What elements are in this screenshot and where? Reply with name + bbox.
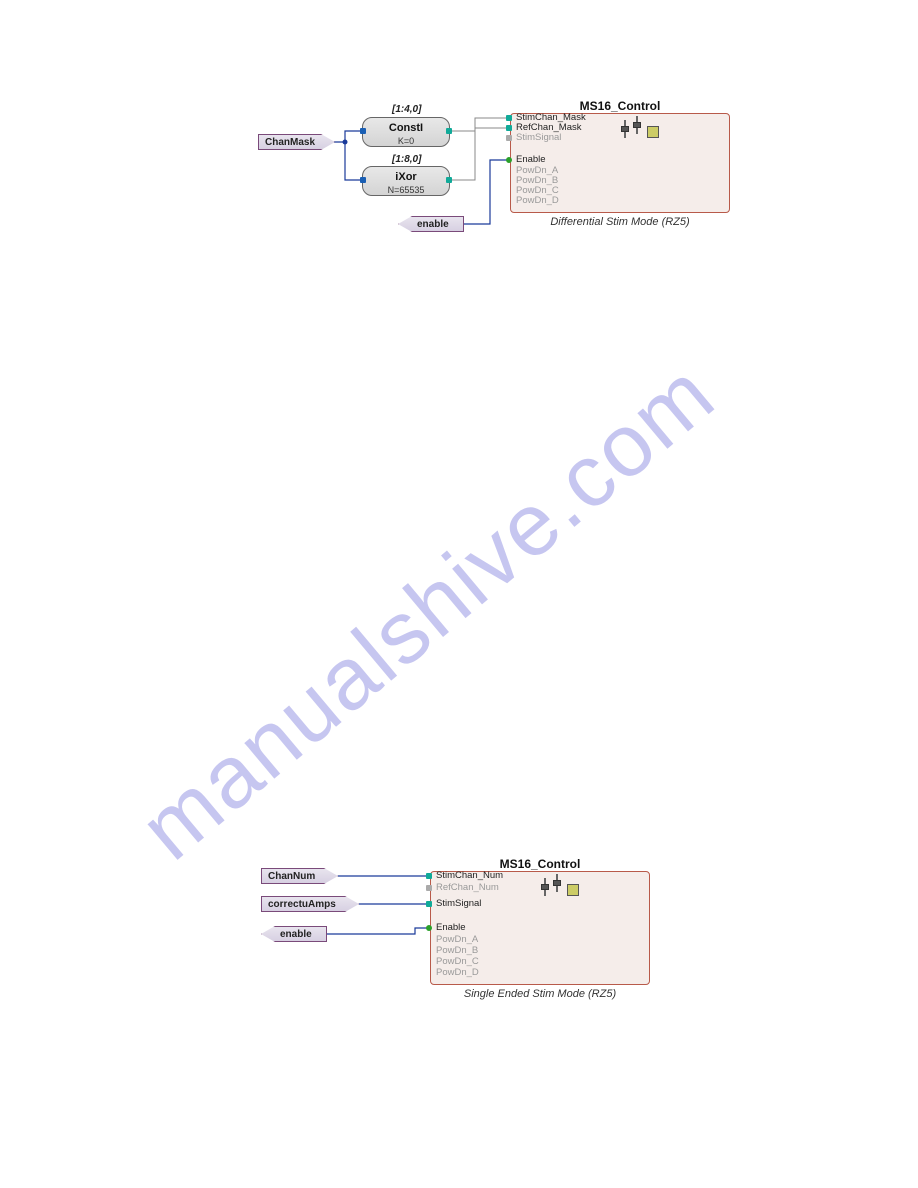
block-title: ConstI [363,122,449,134]
port-label: StimSignal [516,132,561,143]
port-icon [506,135,512,141]
port-icon [506,125,512,131]
tag-label: correctuAmps [268,899,336,910]
tag-correctuamps: correctuAmps [261,896,359,912]
ms16-title-1: MS16_Control [510,99,730,113]
tag-label: enable [417,219,449,230]
port-in-icon [360,128,366,134]
block-title: iXor [363,171,449,183]
port-icon [426,901,432,907]
ms16-caption-2: Single Ended Stim Mode (RZ5) [430,988,650,1000]
tag-enable-1: enable [398,216,464,232]
slider-icon [633,116,641,134]
port-in-icon [360,177,366,183]
port-icon [426,885,432,891]
port-label: PowDn_D [516,195,559,206]
block-ixor: iXor N=65535 [362,166,450,196]
slider-icon [553,874,561,892]
ms16-caption-1: Differential Stim Mode (RZ5) [510,216,730,228]
port-icon [426,925,432,931]
range-label-consti: [1:4,0] [392,104,421,115]
port-icon [426,873,432,879]
tag-label: enable [280,929,312,940]
port-icon [506,115,512,121]
port-label: PowDn_A [436,934,478,945]
block-subtext: N=65535 [363,185,449,195]
port-icon [506,157,512,163]
wire-layer [0,0,918,1188]
settings-icon [567,884,579,896]
range-label-ixor: [1:8,0] [392,154,421,165]
settings-icon [647,126,659,138]
tag-channum: ChanNum [261,868,338,884]
port-label: Enable [436,922,466,933]
tag-label: ChanNum [268,871,315,882]
port-label: PowDn_D [436,967,479,978]
ms16-title-2: MS16_Control [430,857,650,871]
slider-icon [541,878,549,896]
port-label: StimChan_Num [436,870,503,881]
port-label: RefChan_Num [436,882,499,893]
port-out-icon [446,177,452,183]
port-label: PowDn_B [436,945,478,956]
port-label: Enable [516,154,546,165]
block-subtext: K=0 [363,136,449,146]
port-label: StimSignal [436,898,481,909]
port-label: PowDn_C [436,956,479,967]
block-consti: ConstI K=0 [362,117,450,147]
tag-enable-2: enable [261,926,327,942]
port-out-icon [446,128,452,134]
tag-label: ChanMask [265,137,315,148]
slider-icon [621,120,629,138]
tag-chanmask: ChanMask [258,134,335,150]
